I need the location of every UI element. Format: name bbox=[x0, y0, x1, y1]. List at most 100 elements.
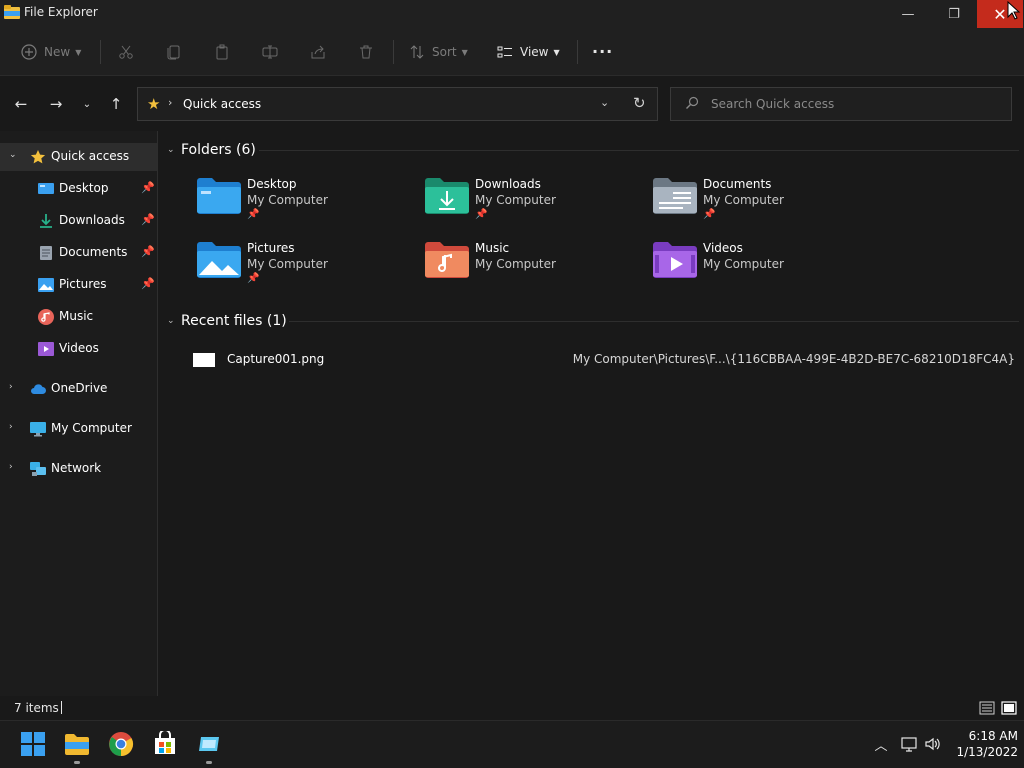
sidebar-item-downloads[interactable]: Downloads 📌 bbox=[0, 207, 157, 235]
arrow-right-icon: → bbox=[49, 95, 63, 113]
chrome-icon[interactable] bbox=[108, 731, 134, 757]
desktop-icon bbox=[38, 183, 54, 194]
paste-button[interactable] bbox=[213, 40, 231, 64]
folders-group-header[interactable]: ⌄ Folders (6) bbox=[167, 139, 256, 161]
back-button[interactable]: ← bbox=[11, 94, 31, 114]
file-explorer-icon[interactable] bbox=[64, 731, 90, 757]
sidebar-item-network[interactable]: › Network bbox=[0, 455, 157, 483]
folder-tile-documents[interactable]: Documents My Computer 📌 bbox=[653, 177, 873, 233]
share-button[interactable] bbox=[309, 40, 327, 64]
breadcrumb[interactable]: Quick access bbox=[183, 97, 261, 111]
sidebar-item-pictures[interactable]: Pictures 📌 bbox=[0, 271, 157, 299]
sidebar-item-videos[interactable]: Videos bbox=[0, 335, 157, 363]
sidebar-item-documents[interactable]: Documents 📌 bbox=[0, 239, 157, 267]
folder-videos-icon bbox=[653, 242, 697, 278]
star-icon bbox=[30, 150, 46, 164]
pin-icon: 📌 bbox=[247, 209, 260, 220]
start-icon[interactable] bbox=[20, 731, 46, 757]
search-input[interactable]: Search Quick access bbox=[670, 87, 1012, 121]
sidebar-item-quick-access[interactable]: ⌄ Quick access bbox=[0, 143, 157, 171]
search-icon bbox=[686, 96, 699, 109]
view-button[interactable]: View ▼ bbox=[496, 40, 560, 64]
store-icon[interactable] bbox=[152, 731, 178, 757]
folder-documents-icon bbox=[653, 178, 697, 214]
details-view-icon[interactable] bbox=[979, 700, 995, 716]
download-icon bbox=[40, 214, 52, 228]
folder-location: My Computer bbox=[475, 193, 556, 207]
divider bbox=[259, 150, 1019, 151]
new-label: New bbox=[44, 45, 71, 59]
sort-icon bbox=[408, 43, 426, 61]
sidebar-item-label: Videos bbox=[59, 341, 99, 355]
recent-locations-button[interactable]: ⌄ bbox=[77, 94, 97, 114]
copy-button[interactable] bbox=[165, 40, 183, 64]
plus-circle-icon bbox=[20, 43, 38, 61]
star-icon: ★ bbox=[147, 95, 161, 113]
cloud-icon bbox=[31, 384, 46, 394]
tiles-view-icon[interactable] bbox=[1001, 700, 1017, 716]
sort-button[interactable]: Sort ▼ bbox=[408, 40, 468, 64]
status-divider bbox=[61, 701, 62, 714]
network-status-icon[interactable] bbox=[900, 735, 918, 753]
folder-tile-videos[interactable]: Videos My Computer bbox=[653, 241, 873, 297]
chevron-down-icon[interactable]: ⌄ bbox=[9, 150, 17, 160]
music-icon bbox=[38, 309, 54, 325]
recent-files-group-header[interactable]: ⌄ Recent files (1) bbox=[167, 310, 287, 332]
app-window-icon[interactable] bbox=[196, 731, 222, 757]
clock-time: 6:18 AM bbox=[968, 729, 1018, 743]
sidebar-item-onedrive[interactable]: › OneDrive bbox=[0, 375, 157, 403]
folder-tile-pictures[interactable]: Pictures My Computer 📌 bbox=[197, 241, 417, 297]
rename-button[interactable] bbox=[261, 40, 279, 64]
cut-button[interactable] bbox=[117, 40, 135, 64]
folder-tile-desktop[interactable]: Desktop My Computer 📌 bbox=[197, 177, 417, 233]
folder-location: My Computer bbox=[475, 257, 556, 271]
divider bbox=[100, 40, 101, 64]
chevron-up-icon[interactable]: ︿ bbox=[872, 735, 890, 754]
forward-button[interactable]: → bbox=[46, 94, 66, 114]
folder-location: My Computer bbox=[247, 193, 328, 207]
folder-tile-music[interactable]: Music My Computer bbox=[425, 241, 645, 297]
image-file-icon bbox=[193, 353, 215, 367]
divider bbox=[577, 40, 578, 64]
item-count: 7 items bbox=[14, 701, 59, 715]
sidebar-item-label: Quick access bbox=[51, 149, 130, 163]
more-options-button[interactable]: ··· bbox=[592, 42, 613, 61]
folder-location: My Computer bbox=[703, 257, 784, 271]
sidebar-item-label: Downloads bbox=[59, 213, 125, 227]
volume-icon[interactable] bbox=[924, 735, 942, 753]
view-list-icon bbox=[496, 43, 514, 61]
maximize-button[interactable]: ❐ bbox=[931, 0, 977, 28]
chevron-down-icon: ⌄ bbox=[167, 145, 175, 155]
pin-icon: 📌 bbox=[475, 209, 488, 220]
chevron-down-icon: ⌄ bbox=[167, 316, 175, 326]
file-name: Capture001.png bbox=[227, 352, 325, 366]
sidebar-item-desktop[interactable]: Desktop 📌 bbox=[0, 175, 157, 203]
network-icon bbox=[30, 462, 46, 476]
folder-tile-downloads[interactable]: Downloads My Computer 📌 bbox=[425, 177, 645, 233]
chevron-down-icon: ⌄ bbox=[82, 98, 92, 110]
clock[interactable]: 6:18 AM 1/13/2022 bbox=[946, 728, 1018, 760]
sidebar-item-my-computer[interactable]: › My Computer bbox=[0, 415, 157, 443]
title-bar: File Explorer — ❐ ✕ bbox=[0, 0, 1024, 28]
file-row[interactable]: Capture001.png My Computer\Pictures\F...… bbox=[193, 349, 1019, 371]
sidebar-item-label: Documents bbox=[59, 245, 128, 259]
refresh-icon[interactable]: ↻ bbox=[633, 94, 646, 112]
sidebar-item-music[interactable]: Music bbox=[0, 303, 157, 331]
new-button[interactable]: New ▼ bbox=[20, 40, 81, 64]
up-button[interactable]: ↑ bbox=[106, 94, 126, 114]
search-placeholder: Search Quick access bbox=[711, 97, 835, 111]
chevron-down-icon: ▼ bbox=[553, 47, 560, 57]
trash-icon bbox=[357, 43, 375, 61]
address-dropdown-button[interactable]: ⌄ bbox=[600, 96, 609, 109]
chevron-right-icon[interactable]: › bbox=[9, 382, 13, 392]
status-bar: 7 items bbox=[0, 696, 1024, 720]
address-bar[interactable]: ★ › Quick access ⌄ ↻ bbox=[137, 87, 658, 121]
view-label: View bbox=[520, 45, 549, 59]
minimize-button[interactable]: — bbox=[885, 0, 931, 28]
chevron-right-icon[interactable]: › bbox=[9, 422, 13, 432]
chevron-right-icon[interactable]: › bbox=[9, 462, 13, 472]
delete-button[interactable] bbox=[357, 40, 375, 64]
videos-icon bbox=[38, 342, 54, 356]
clock-date: 1/13/2022 bbox=[956, 745, 1018, 759]
folder-pictures-icon bbox=[197, 242, 241, 278]
